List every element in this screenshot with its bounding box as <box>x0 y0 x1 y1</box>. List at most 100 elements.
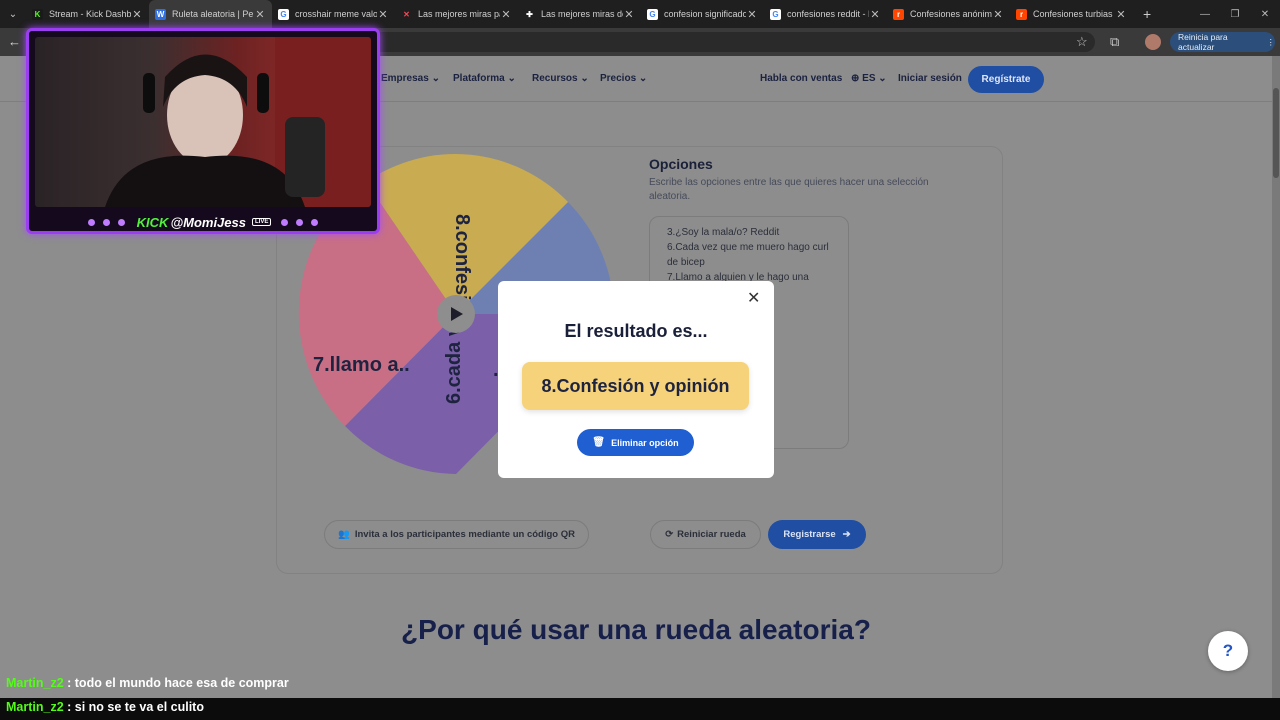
browser-tab[interactable]: Gconfesion significado ✕ <box>641 0 764 28</box>
streamer-handle: @MomiJess <box>170 214 246 230</box>
option-line: de bicep <box>667 257 705 268</box>
tab-title: Stream - Kick Dashbo <box>49 9 131 19</box>
wheel-label-pink: 7.llamo a.. <box>313 354 410 376</box>
section-heading: ¿Por qué usar una rueda aleatoria? <box>401 614 871 645</box>
tab-list: K Stream - Kick Dashbo ✕ W Ruleta aleatoria … <box>26 0 1133 28</box>
help-button[interactable]: ? <box>1208 631 1248 671</box>
reset-wheel-button[interactable]: ⟳ Reiniciar rueda <box>650 520 761 549</box>
restore-icon[interactable]: ❐ <box>1220 9 1250 20</box>
deco-dot <box>281 218 289 226</box>
back-arrow-icon[interactable]: ← <box>8 34 21 49</box>
tab-favicon-icon: G <box>278 8 289 20</box>
tab-title: Confesiones anónimas <box>910 9 992 19</box>
chat-username: Martin_z2 <box>6 700 64 714</box>
update-button[interactable]: Reinicia para actualizar ⋮ <box>1170 32 1275 52</box>
tab-favicon-icon: G <box>770 8 781 20</box>
tab-title: Las mejores miras de <box>541 9 623 19</box>
deco-dot <box>117 218 125 226</box>
browser-tab[interactable]: K Stream - Kick Dashbo ✕ <box>26 0 149 28</box>
new-tab-button[interactable]: + <box>1133 6 1161 22</box>
tab-favicon-icon: ✚ <box>524 8 535 20</box>
options-title: Opciones <box>649 156 713 172</box>
browser-tab[interactable]: Gcrosshair meme valor ✕ <box>272 0 395 28</box>
signup-button[interactable]: Regístrate <box>968 66 1044 93</box>
chat-username: Martin_z2 <box>6 676 64 690</box>
tab-favicon-icon: r <box>893 8 904 20</box>
result-value: 8.Confesión y opinión <box>522 362 749 410</box>
nav-precios[interactable]: Precios ⌄ <box>600 73 647 84</box>
nav-empresas[interactable]: Empresas ⌄ <box>381 73 440 84</box>
tab-favicon-icon: r <box>1016 8 1027 20</box>
browser-tab[interactable]: ✕ Las mejores miras pa ✕ <box>395 0 518 28</box>
tab-favicon-icon: W <box>155 8 166 20</box>
tab-title: Las mejores miras pa <box>418 9 500 19</box>
tab-favicon-icon: ✕ <box>401 8 412 20</box>
tab-title: confesiones reddit - E <box>787 9 869 19</box>
tab-favicon-icon: K <box>32 8 43 20</box>
tab-title: Confesiones turbias <box>1033 9 1113 19</box>
tab-title: confesion significado <box>664 9 746 19</box>
tab-search-icon[interactable]: ⌄ <box>0 0 26 28</box>
browser-tab[interactable]: r Confesiones anónimas✕ <box>887 0 1010 28</box>
modal-title: El resultado es... <box>564 321 708 341</box>
tab-close-icon[interactable]: ✕ <box>377 8 389 21</box>
browser-tab[interactable]: Gconfesiones reddit - E ✕ <box>764 0 887 28</box>
tab-title: crosshair meme valor <box>295 9 377 19</box>
kebab-menu-icon: ⋮ <box>1266 36 1276 47</box>
extensions-icon[interactable]: ⧉ <box>1110 34 1119 50</box>
nav-sales[interactable]: Habla con ventas <box>760 73 842 84</box>
tiktok-live-badge: LIVE <box>251 218 272 226</box>
nav-plataforma[interactable]: Plataforma ⌄ <box>453 73 516 84</box>
chat-message: Martin_z2 : todo el mundo hace esa de co… <box>6 676 289 690</box>
star-icon[interactable]: ☆ <box>1076 34 1088 50</box>
deco-dot <box>87 218 95 226</box>
close-icon[interactable]: ✕ <box>747 291 760 307</box>
arrow-right-icon: ➔ <box>842 529 851 540</box>
chat-message: Martin_z2 : si no se te va el culito <box>6 700 204 714</box>
tab-close-icon[interactable]: ✕ <box>992 8 1004 21</box>
browser-tab[interactable]: r Confesiones turbias ✕ <box>1010 0 1133 28</box>
tab-close-icon[interactable]: ✕ <box>1115 8 1127 21</box>
webcam-overlay: KICK @MomiJess LIVE <box>26 28 380 234</box>
tab-close-icon[interactable]: ✕ <box>623 8 635 21</box>
tab-close-icon[interactable]: ✕ <box>131 8 143 21</box>
streamer-silhouette <box>105 37 371 207</box>
tab-favicon-icon: G <box>647 8 658 20</box>
nav-recursos[interactable]: Recursos ⌄ <box>532 73 589 84</box>
qr-invite-button[interactable]: 👥 Invita a los participantes mediante un… <box>324 520 589 549</box>
deco-dot <box>311 218 319 226</box>
update-label: Reinicia para actualizar <box>1178 32 1228 52</box>
nav-login[interactable]: Iniciar sesión <box>898 73 962 84</box>
tab-close-icon[interactable]: ✕ <box>254 8 266 21</box>
profile-avatar[interactable] <box>1145 34 1161 50</box>
kick-logo: KICK <box>136 214 169 230</box>
chat-text: si no se te va el culito <box>74 700 204 714</box>
tab-close-icon[interactable]: ✕ <box>500 8 512 21</box>
trash-icon: 🗑 <box>592 437 606 448</box>
deco-dot <box>296 218 304 226</box>
options-description: Escribe las opciones entre las que quier… <box>649 177 929 202</box>
language-selector[interactable]: ⊕ ES ⌄ <box>851 73 887 84</box>
tab-close-icon[interactable]: ✕ <box>746 8 758 21</box>
stream-branding: KICK @MomiJess LIVE <box>35 213 371 231</box>
option-line: 3.¿Soy la mala/o? Reddit <box>667 227 780 238</box>
refresh-icon: ⟳ <box>665 529 674 540</box>
deco-dot <box>102 218 110 226</box>
window-controls: — ❐ ✕ <box>1190 0 1280 28</box>
close-window-icon[interactable]: ✕ <box>1250 9 1280 20</box>
chat-text: todo el mundo hace esa de comprar <box>74 676 289 690</box>
scrollbar-thumb[interactable] <box>1273 88 1279 178</box>
tab-title: Ruleta aleatoria | Pers <box>172 9 254 19</box>
delete-option-button[interactable]: 🗑 Eliminar opción <box>577 429 694 456</box>
users-icon: 👥 <box>338 529 350 540</box>
browser-tab[interactable]: W Ruleta aleatoria | Pers ✕ <box>149 0 272 28</box>
result-modal: ✕ El resultado es... 8.Confesión y opini… <box>498 281 774 478</box>
browser-tab[interactable]: ✚ Las mejores miras de ✕ <box>518 0 641 28</box>
register-button[interactable]: Registrarse ➔ <box>768 520 866 549</box>
tab-bar: ⌄ K Stream - Kick Dashbo ✕ W Ruleta aleatori… <box>0 0 1280 28</box>
option-line: 6.Cada vez que me muero hago curl <box>667 242 829 253</box>
tab-close-icon[interactable]: ✕ <box>869 8 881 21</box>
page-scrollbar[interactable] <box>1272 56 1280 700</box>
globe-icon: ⊕ <box>851 73 860 84</box>
minimize-icon[interactable]: — <box>1190 9 1220 20</box>
